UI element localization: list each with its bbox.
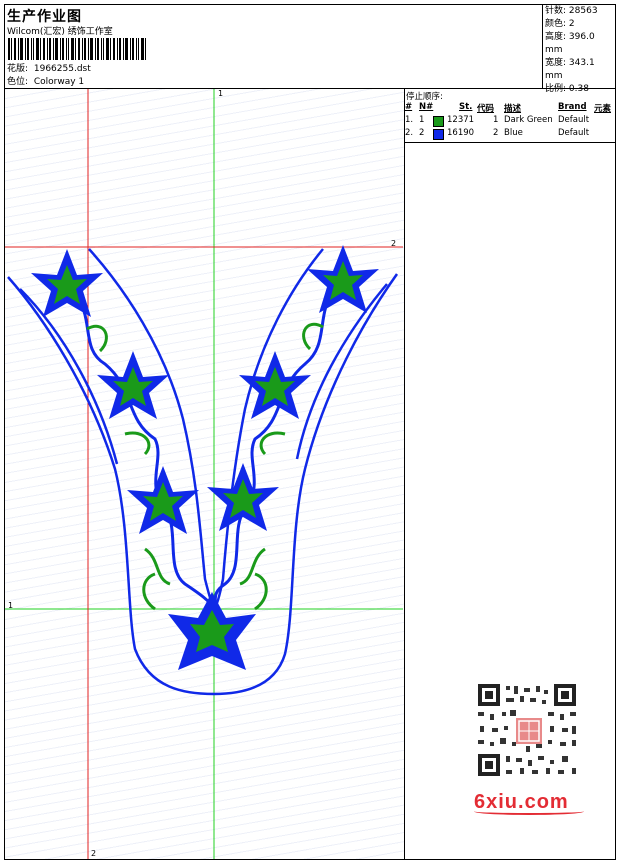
row-desc: Blue: [504, 128, 523, 138]
colors-value: 2: [568, 19, 575, 29]
company-name: Wilcom(汇宏) 绣饰工作室: [7, 27, 113, 37]
stop-sequence-panel: 停止顺序: # N# St. 代码 描述 Brand 元素 1. 1 12371…: [405, 89, 616, 143]
guide-label-h-green: 1: [8, 601, 13, 610]
qr-code: [470, 682, 584, 778]
design-canvas[interactable]: 1 2 1 2: [5, 89, 405, 859]
row-stitches: 12371: [447, 115, 475, 125]
flower-top-left: [31, 249, 103, 317]
sequence-title: 停止顺序:: [406, 92, 443, 102]
row-code: 1: [493, 115, 499, 125]
flower-low-right: [207, 463, 279, 531]
row-n: 2: [419, 128, 425, 138]
header-info: 生产作业图 Wilcom(汇宏) 绣饰工作室 花版: 1966255.dst 色…: [5, 5, 541, 88]
row-index: 2.: [405, 128, 414, 138]
height-label: 高度:: [545, 32, 567, 42]
col-header-code: 代码: [477, 104, 495, 114]
barcode: [8, 38, 146, 60]
flower-center-bottom: [168, 592, 256, 670]
design-meta: 花版: 1966255.dst 色位: Colorway 1: [7, 63, 91, 89]
stats-box: 针数: 28563 颜色: 2 高度: 396.0 mm 宽度: 343.1 m…: [542, 5, 615, 94]
col-header-n: N#: [419, 102, 434, 112]
col-header-desc: 描述: [504, 104, 522, 114]
col-header-st: St.: [459, 102, 473, 112]
col-header-element: 元素: [594, 104, 612, 114]
table-row[interactable]: 1. 1 12371 1 Dark Green Default: [405, 115, 616, 128]
width-label: 宽度:: [545, 58, 567, 68]
guide-label-v-green: 1: [218, 89, 223, 98]
panel-divider: [404, 89, 405, 860]
row-code: 2: [493, 128, 499, 138]
stitches-label: 针数:: [545, 6, 567, 16]
row-brand: Default: [558, 115, 590, 125]
row-index: 1.: [405, 115, 414, 125]
site-logo-swoosh: [474, 808, 584, 815]
row-desc: Dark Green: [504, 115, 553, 125]
page-title: 生产作业图: [7, 9, 82, 25]
design-label: 花版:: [7, 64, 29, 74]
row-n: 1: [419, 115, 425, 125]
col-header-index: #: [405, 102, 413, 112]
table-row[interactable]: 2. 2 16190 2 Blue Default: [405, 128, 616, 141]
row-brand: Default: [558, 128, 590, 138]
sequence-table: # N# St. 代码 描述 Brand 元素 1. 1 12371 1 Dar…: [405, 102, 616, 141]
sequence-header-row: # N# St. 代码 描述 Brand 元素: [405, 102, 616, 115]
color-swatch-green: [433, 116, 444, 127]
flower-mid-right: [239, 351, 311, 419]
colorway-value: Colorway 1: [33, 77, 85, 87]
row-stitches: 16190: [447, 128, 475, 138]
flower-low-left: [127, 466, 199, 534]
stitches-value: 28563: [568, 6, 598, 16]
guide-label-h-red: 2: [391, 239, 396, 248]
color-swatch-blue: [433, 129, 444, 140]
col-header-brand: Brand: [558, 102, 587, 112]
design-value: 1966255.dst: [33, 64, 91, 74]
guide-label-v-red: 2: [91, 849, 96, 858]
colors-label: 颜色:: [545, 19, 567, 29]
embroidery-preview: 1 2 1 2: [5, 89, 403, 859]
qr-code-graphic: [478, 684, 576, 776]
